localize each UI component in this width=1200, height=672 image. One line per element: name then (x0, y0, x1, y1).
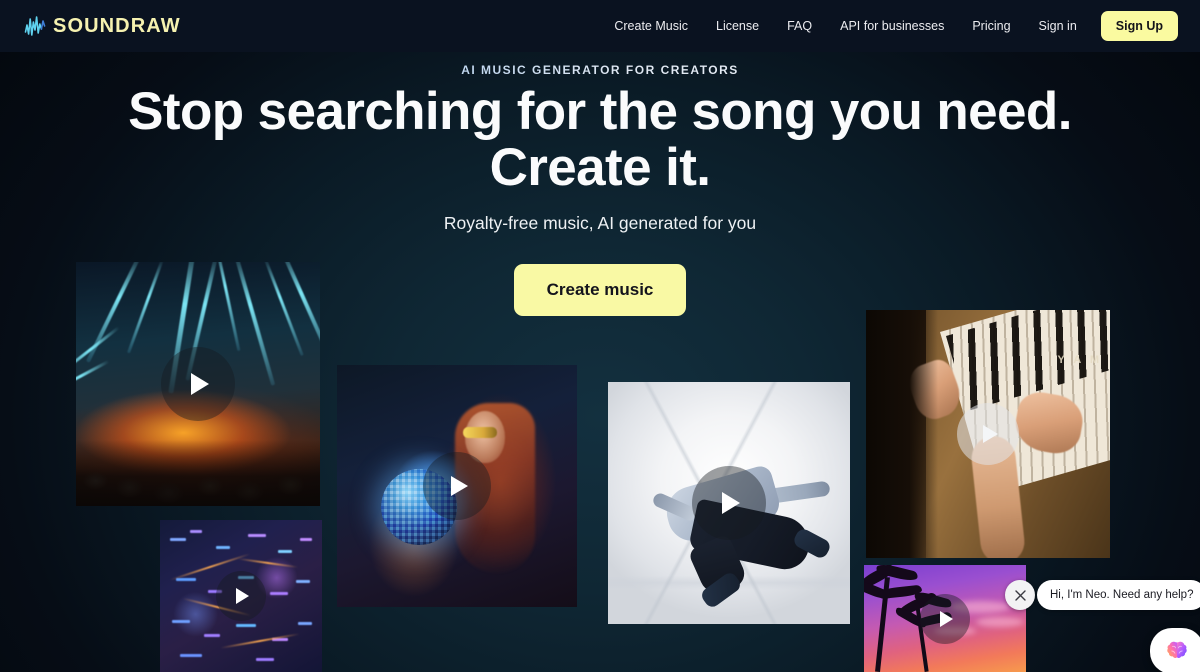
crowd-silhouette (76, 440, 320, 506)
page-title: Stop searching for the song you need. Cr… (0, 82, 1200, 198)
piano-brand-text: Y A M (1057, 354, 1102, 366)
soundwave-icon (24, 13, 51, 39)
video-card-disco-ball[interactable] (337, 365, 577, 607)
play-icon[interactable] (957, 403, 1019, 465)
main-nav: Create Music License FAQ API for busines… (600, 0, 1178, 52)
nav-create-music[interactable]: Create Music (600, 0, 702, 52)
logo-text: SOUNDRAW (53, 15, 181, 37)
nav-pricing[interactable]: Pricing (958, 0, 1024, 52)
chat-launcher-button[interactable] (1150, 628, 1200, 672)
video-card-night-city[interactable] (160, 520, 322, 672)
nav-sign-in[interactable]: Sign in (1025, 0, 1091, 52)
hero-cta-container: Create music (0, 264, 1200, 316)
video-card-breakdancer[interactable] (608, 382, 850, 624)
nav-license[interactable]: License (702, 0, 773, 52)
play-icon[interactable] (423, 452, 491, 520)
chat-greeting-bubble[interactable]: Hi, I'm Neo. Need any help? (1037, 580, 1200, 610)
headline-line-2: Create it. (489, 138, 711, 198)
page-root: SOUNDRAW Create Music License FAQ API fo… (0, 0, 1200, 672)
headline-line-1: Stop searching for the song you need. (128, 82, 1072, 141)
close-icon (1014, 589, 1027, 602)
sign-up-button[interactable]: Sign Up (1100, 11, 1178, 41)
chat-greeting-text: Hi, I'm Neo. Need any help? (1050, 589, 1194, 601)
shadow-overlay (866, 310, 938, 558)
site-header: SOUNDRAW Create Music License FAQ API fo… (0, 0, 1200, 52)
logo[interactable]: SOUNDRAW (24, 13, 181, 39)
nav-faq[interactable]: FAQ (773, 0, 826, 52)
brain-icon (1165, 640, 1189, 662)
nav-api-for-businesses[interactable]: API for businesses (826, 0, 958, 52)
play-icon[interactable] (161, 347, 235, 421)
play-icon[interactable] (216, 571, 266, 621)
chat-close-button[interactable] (1005, 580, 1035, 610)
video-card-piano[interactable]: Y A M (866, 310, 1110, 558)
sunglasses-shape (463, 427, 497, 438)
create-music-button[interactable]: Create music (513, 264, 687, 316)
play-icon[interactable] (920, 593, 970, 644)
video-card-sunset-palms[interactable] (864, 565, 1026, 672)
hero-subheadline: Royalty-free music, AI generated for you (443, 213, 757, 233)
play-icon[interactable] (692, 466, 766, 540)
hero-eyebrow: AI MUSIC GENERATOR FOR CREATORS (0, 63, 1200, 77)
